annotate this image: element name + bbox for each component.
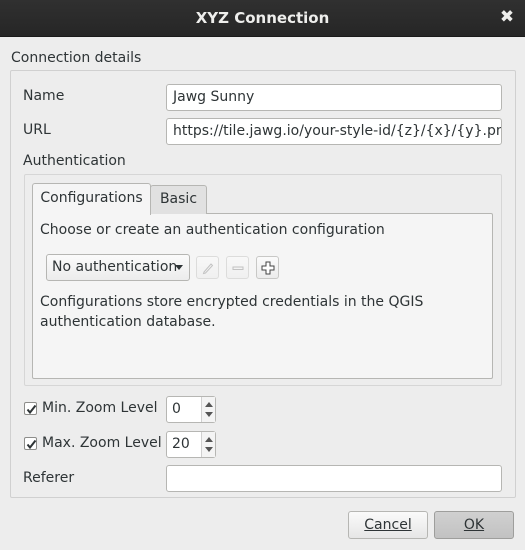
chevron-down-icon: [175, 265, 183, 270]
tab-configurations[interactable]: Configurations: [32, 183, 151, 215]
pencil-icon: [202, 262, 213, 274]
arrow-down-icon[interactable]: [205, 412, 213, 417]
plus-icon: [261, 261, 274, 274]
auth-prompt: Choose or create an authentication confi…: [40, 222, 385, 238]
min-zoom-checkbox[interactable]: [24, 402, 37, 415]
min-zoom-stepper[interactable]: [201, 397, 215, 422]
name-field[interactable]: Jawg Sunny: [166, 84, 502, 111]
max-zoom-label: Max. Zoom Level: [42, 435, 162, 451]
arrow-down-icon[interactable]: [205, 447, 213, 452]
ok-button-label: OK: [463, 517, 485, 533]
name-label: Name: [23, 88, 65, 104]
min-zoom-value: 0: [172, 401, 181, 417]
window-title: XYZ Connection: [195, 9, 330, 27]
auth-config-combo[interactable]: No authentication: [46, 254, 190, 281]
checkmark-icon: [26, 404, 37, 415]
max-zoom-stepper[interactable]: [201, 432, 215, 457]
auth-info-line2: authentication database.: [40, 314, 216, 330]
max-zoom-value: 20: [172, 436, 190, 452]
referer-field[interactable]: [166, 465, 502, 492]
cancel-button-label: Cancel: [364, 517, 412, 533]
min-zoom-spinbox[interactable]: 0: [166, 396, 216, 423]
max-zoom-checkbox[interactable]: [24, 437, 37, 450]
tab-basic[interactable]: Basic: [150, 185, 207, 214]
url-label: URL: [23, 122, 51, 138]
close-icon[interactable]: ✖: [499, 8, 515, 26]
url-field[interactable]: https://tile.jawg.io/your-style-id/{z}/{…: [166, 118, 502, 145]
arrow-up-icon[interactable]: [205, 402, 213, 407]
authentication-label: Authentication: [23, 153, 126, 169]
referer-label: Referer: [23, 470, 75, 486]
auth-info-line1: Configurations store encrypted credentia…: [40, 294, 424, 310]
ok-button[interactable]: OK: [434, 511, 514, 539]
auth-config-combo-value: No authentication: [52, 259, 178, 275]
remove-config-button[interactable]: [226, 256, 249, 279]
cancel-button[interactable]: Cancel: [348, 511, 428, 539]
add-config-button[interactable]: [256, 256, 279, 279]
max-zoom-spinbox[interactable]: 20: [166, 431, 216, 458]
edit-config-button[interactable]: [196, 256, 219, 279]
title-bar: XYZ Connection ✖: [0, 0, 525, 37]
minus-icon: [232, 266, 243, 270]
connection-details-title: Connection details: [11, 50, 142, 66]
min-zoom-label: Min. Zoom Level: [42, 400, 158, 416]
arrow-up-icon[interactable]: [205, 437, 213, 442]
checkmark-icon: [26, 439, 37, 450]
